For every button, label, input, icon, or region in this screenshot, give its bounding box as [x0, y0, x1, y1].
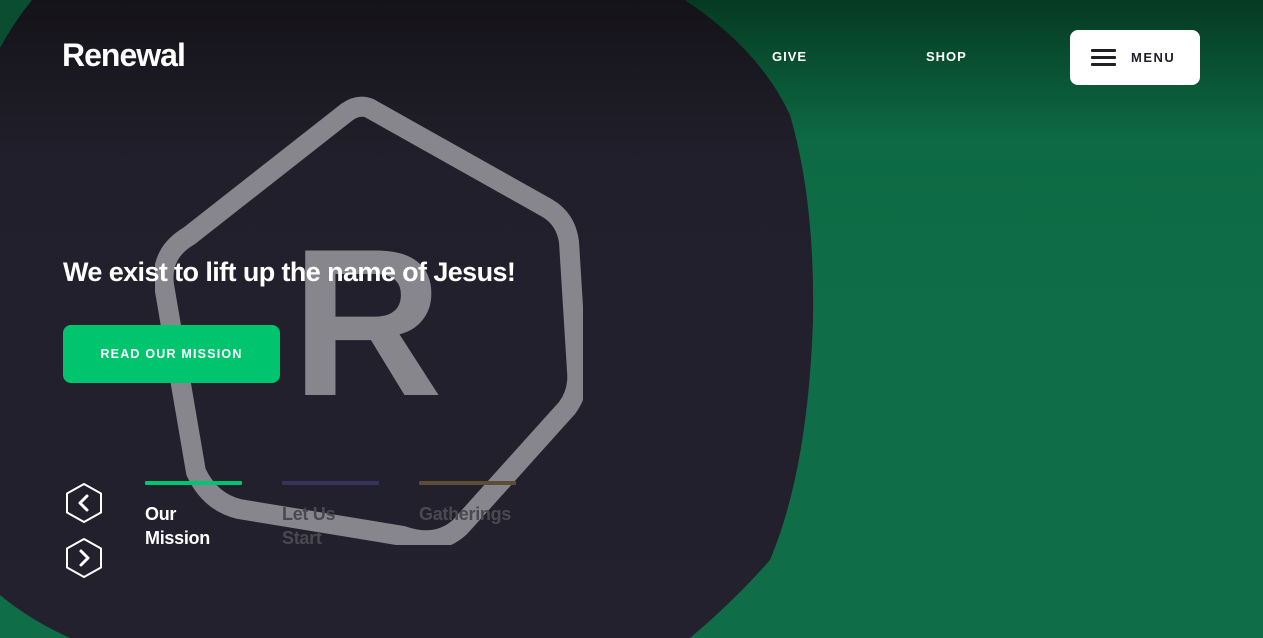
- menu-button[interactable]: MENU: [1070, 30, 1200, 85]
- brand-logo[interactable]: Renewal: [62, 37, 186, 74]
- read-mission-button[interactable]: READ OUR MISSION: [63, 325, 280, 383]
- slide-tab-our-mission[interactable]: Our Mission: [145, 481, 255, 550]
- slide-tab-let-us-start[interactable]: Let Us Start: [282, 481, 392, 550]
- chevron-right-icon: [66, 538, 102, 578]
- slide-tab-label: Our Mission: [145, 504, 210, 548]
- nav-shop-link[interactable]: SHOP: [926, 49, 967, 64]
- hero-headline: We exist to lift up the name of Jesus!: [63, 257, 516, 287]
- slide-tab-progress-bar: [282, 481, 379, 485]
- hamburger-icon: [1091, 48, 1116, 67]
- logo-letter: R: [291, 205, 443, 440]
- slide-tab-label: Gatherings: [419, 504, 512, 524]
- chevron-left-icon: [66, 483, 102, 523]
- slide-tab-label: Let Us Start: [282, 504, 336, 548]
- slider-next-button[interactable]: [63, 537, 105, 579]
- menu-label: MENU: [1131, 50, 1176, 65]
- slide-tab-progress-bar: [419, 481, 516, 485]
- renewal-r-logo-mark: R: [155, 96, 583, 545]
- slide-tab-progress-bar: [145, 481, 242, 485]
- slide-tab-gatherings[interactable]: Gatherings: [419, 481, 529, 526]
- nav-give-link[interactable]: GIVE: [772, 49, 807, 64]
- slider-prev-button[interactable]: [63, 482, 105, 524]
